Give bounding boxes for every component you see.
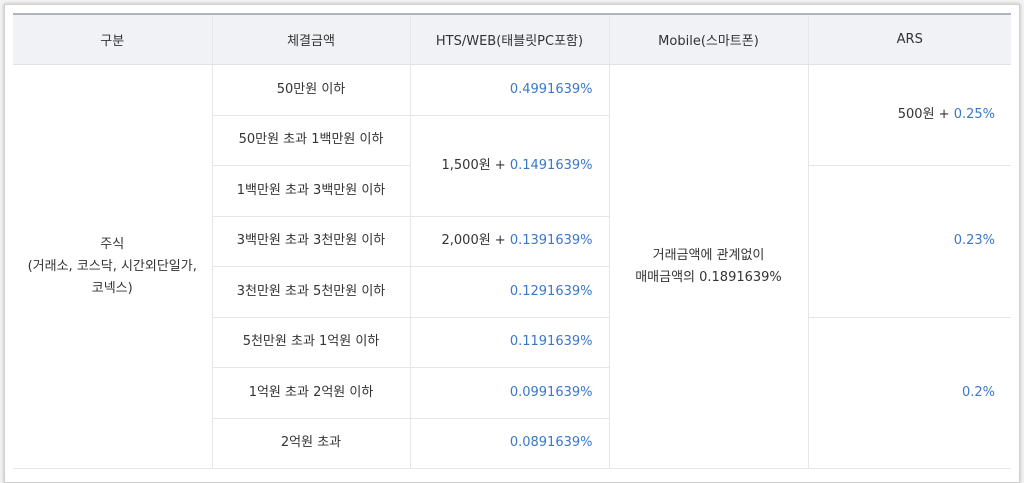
category-line3: 코넥스) [91,280,133,296]
fee-table-frame: 구분 체결금액 HTS/WEB(태블릿PC포함) Mobile(스마트폰) AR… [4,4,1020,483]
ars-rate: 0.2% [961,384,995,400]
hts-rate: 0.0891639% [509,435,593,451]
hts-rate-cell: 1,500원 + 0.1491639% [409,114,610,217]
hts-rate-cell: 0.0891639% [409,417,610,469]
ars-rate-cell: 500원 + 0.25% [807,64,1011,166]
hts-fixed-fee: 2,000원 + [441,233,510,249]
hts-rate: 0.1191639% [509,334,593,350]
hts-fixed-fee: 1,500원 + [441,157,510,173]
category-cell: 주식 (거래소, 코스닥, 시간외단일가, 코넥스) [13,64,213,469]
trading-fee-table: 구분 체결금액 HTS/WEB(태블릿PC포함) Mobile(스마트폰) AR… [13,13,1011,469]
ars-rate-cell: 0.2% [807,316,1011,469]
header-category: 구분 [13,13,213,65]
mobile-rate-cell: 거래금액에 관계없이 매매금액의 0.1891639% [608,64,809,469]
table-header-row: 구분 체결금액 HTS/WEB(태블릿PC포함) Mobile(스마트폰) AR… [13,13,1011,65]
amount-cell: 3백만원 초과 3천만원 이하 [211,215,411,267]
hts-rate-cell: 0.1191639% [409,316,610,368]
header-hts-web: HTS/WEB(태블릿PC포함) [409,13,610,65]
amount-cell: 3천만원 초과 5천만원 이하 [211,266,411,318]
mobile-line2: 매매금액의 0.1891639% [635,269,782,285]
amount-cell: 1백만원 초과 3백만원 이하 [211,165,411,217]
hts-rate-cell: 0.1291639% [409,266,610,318]
header-mobile: Mobile(스마트폰) [608,13,809,65]
ars-rate: 0.23% [953,233,995,249]
amount-cell: 50만원 이하 [211,64,411,116]
amount-cell: 50만원 초과 1백만원 이하 [211,114,411,166]
hts-rate: 0.4991639% [509,81,593,97]
ars-rate-cell: 0.23% [807,165,1011,318]
table-row: 주식 (거래소, 코스닥, 시간외단일가, 코넥스) 50만원 이하 0.499… [13,64,1011,469]
category-line2: (거래소, 코스닥, 시간외단일가, [27,258,197,274]
amount-cell: 2억원 초과 [211,417,411,469]
hts-rate-cell: 0.4991639% [409,64,610,116]
hts-rate: 0.0991639% [509,384,593,400]
header-ars: ARS [807,13,1011,65]
amount-cell: 1억원 초과 2억원 이하 [211,367,411,419]
hts-rate-cell: 2,000원 + 0.1391639% [409,215,610,267]
category-line1: 주식 [100,236,125,252]
hts-rate: 0.1491639% [509,157,593,173]
ars-fixed-fee: 500원 + [897,107,954,122]
hts-rate: 0.1391639% [509,233,593,249]
hts-rate: 0.1291639% [509,283,593,299]
ars-rate: 0.25% [953,107,995,122]
hts-rate-cell: 0.0991639% [409,367,610,419]
header-amount: 체결금액 [211,13,411,65]
mobile-line1: 거래금액에 관계없이 [652,247,765,263]
amount-cell: 5천만원 초과 1억원 이하 [211,316,411,368]
